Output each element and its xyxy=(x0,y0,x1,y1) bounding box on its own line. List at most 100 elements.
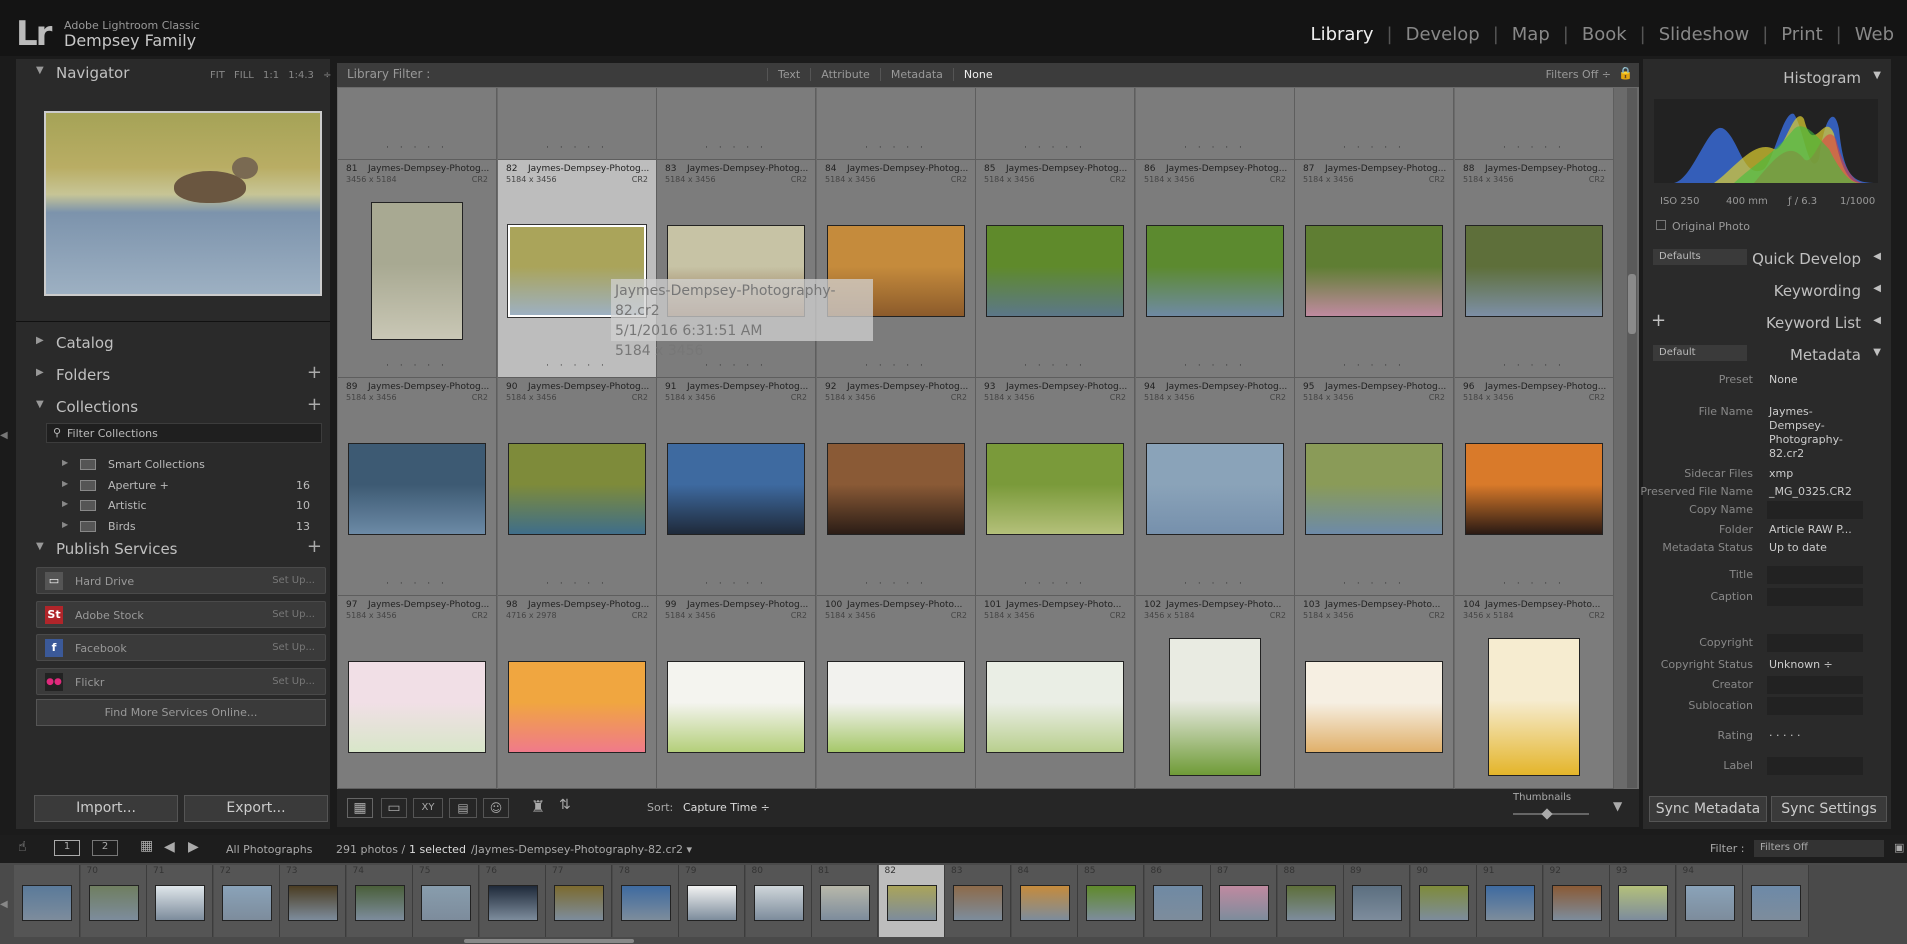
metadata-input[interactable] xyxy=(1767,697,1863,715)
second-window-button[interactable]: 2 xyxy=(92,840,118,856)
filter-tab-metadata[interactable]: Metadata xyxy=(880,68,953,81)
module-slideshow[interactable]: Slideshow xyxy=(1646,24,1762,45)
metadata-preset-select[interactable]: Default xyxy=(1653,345,1747,361)
survey-view-icon[interactable]: ▤ xyxy=(449,798,477,818)
rating-stars[interactable]: · · · · · xyxy=(338,579,496,589)
photo-thumbnail[interactable] xyxy=(1465,443,1603,535)
grid-cell[interactable]: 86Jaymes-Dempsey-Photog...5184 x 3456CR2… xyxy=(1136,160,1295,378)
rating-stars[interactable]: · · · · · xyxy=(976,143,1134,153)
filmstrip-thumbnail[interactable] xyxy=(820,885,870,921)
photo-thumbnail[interactable] xyxy=(1465,225,1603,317)
sort-select[interactable]: Capture Time ÷ xyxy=(683,801,770,814)
grid-cell[interactable]: 96Jaymes-Dempsey-Photog...5184 x 3456CR2… xyxy=(1455,378,1614,596)
rating-stars[interactable]: · · · · · xyxy=(657,143,815,153)
module-print[interactable]: Print xyxy=(1768,24,1835,45)
filmstrip-thumbnail[interactable] xyxy=(1286,885,1336,921)
rating-stars[interactable]: · · · · · xyxy=(657,361,815,371)
rating-stars[interactable]: · · · · · xyxy=(1455,579,1613,589)
checkbox[interactable] xyxy=(1656,220,1666,230)
catalog-header[interactable]: ▶Catalog xyxy=(16,329,330,356)
sync-settings-button[interactable]: Sync Settings xyxy=(1771,796,1887,822)
grid-icon[interactable]: ▦ xyxy=(140,838,153,854)
metadata-value[interactable]: Up to date xyxy=(1769,541,1827,554)
filmstrip-cell[interactable]: 75 xyxy=(413,865,479,937)
grid-cell[interactable]: 101Jaymes-Dempsey-Photo...5184 x 3456CR2 xyxy=(976,596,1135,789)
add-collection-icon[interactable]: + xyxy=(307,394,322,415)
grid-cell[interactable]: · · · · · xyxy=(498,88,657,160)
filter-collections-field[interactable]: ⚲ Filter Collections xyxy=(46,423,322,443)
toolbar-menu-chevron-icon[interactable]: ▼ xyxy=(1613,799,1622,813)
filmstrip-thumbnail[interactable] xyxy=(355,885,405,921)
navigator-zoom-options[interactable]: FIT FILL 1:1 1:4.3 ÷ xyxy=(210,70,331,81)
rating-stars[interactable]: · · · · · xyxy=(657,579,815,589)
add-keyword-icon[interactable]: + xyxy=(1651,310,1666,331)
publish-service-facebook[interactable]: fFacebookSet Up... xyxy=(36,634,326,661)
grid-cell[interactable]: 103Jaymes-Dempsey-Photo...5184 x 3456CR2 xyxy=(1295,596,1454,789)
expand-triangle-icon[interactable]: ▶ xyxy=(62,458,68,467)
grid-cell[interactable]: · · · · · xyxy=(657,88,816,160)
filmstrip-cell[interactable]: 72 xyxy=(214,865,280,937)
add-folder-icon[interactable]: + xyxy=(307,362,322,383)
photo-thumbnail[interactable] xyxy=(667,443,805,535)
secondary-display-icon[interactable]: ☝ xyxy=(18,839,27,855)
back-icon[interactable]: ◀ xyxy=(164,839,175,855)
people-view-icon[interactable]: ☺ xyxy=(483,798,509,818)
rating-stars[interactable]: · · · · · xyxy=(1136,579,1294,589)
filmstrip-thumbnail[interactable] xyxy=(953,885,1003,921)
original-photo-toggle[interactable]: Original Photo xyxy=(1656,220,1750,233)
photo-thumbnail[interactable] xyxy=(348,443,486,535)
module-develop[interactable]: Develop xyxy=(1393,24,1493,45)
filmstrip-thumbnail[interactable] xyxy=(887,885,937,921)
filmstrip-thumbnail[interactable] xyxy=(1485,885,1535,921)
grid-cell[interactable]: 100Jaymes-Dempsey-Photo...5184 x 3456CR2 xyxy=(817,596,976,789)
rating-stars[interactable]: · · · · · xyxy=(498,143,656,153)
metadata-input[interactable] xyxy=(1767,501,1863,519)
filmstrip-filter-select[interactable]: Filters Off xyxy=(1754,840,1884,857)
photo-thumbnail[interactable] xyxy=(986,443,1124,535)
filter-tab-text[interactable]: Text xyxy=(767,68,810,81)
metadata-input[interactable] xyxy=(1767,634,1863,652)
grid-scrollbar[interactable] xyxy=(1627,88,1637,788)
rating-stars[interactable]: · · · · · xyxy=(498,579,656,589)
filters-off-select[interactable]: Filters Off ÷ xyxy=(1546,68,1611,81)
filmstrip-cell[interactable]: 79 xyxy=(679,865,745,937)
grid-cell[interactable]: 99Jaymes-Dempsey-Photog...5184 x 3456CR2 xyxy=(657,596,816,789)
filmstrip-cell[interactable]: 89 xyxy=(1344,865,1410,937)
rating-stars[interactable]: · · · · · xyxy=(817,579,975,589)
publish-services-header[interactable]: ▼Publish Services+ xyxy=(16,535,330,562)
filmstrip-thumbnail[interactable] xyxy=(421,885,471,921)
filter-tab-none[interactable]: None xyxy=(953,68,1003,81)
filmstrip-cell[interactable]: 74 xyxy=(347,865,413,937)
filmstrip-cell[interactable]: 85 xyxy=(1078,865,1144,937)
import-button[interactable]: Import... xyxy=(34,795,178,822)
grid-cell[interactable]: 93Jaymes-Dempsey-Photog...5184 x 3456CR2… xyxy=(976,378,1135,596)
quick-develop-header[interactable]: Defaults Quick Develop◀ xyxy=(1643,245,1891,272)
filmstrip-thumbnail[interactable] xyxy=(554,885,604,921)
photo-thumbnail[interactable] xyxy=(348,661,486,753)
metadata-input[interactable] xyxy=(1767,676,1863,694)
thumbnail-size-slider[interactable] xyxy=(1513,813,1589,815)
publish-service-adobe-stock[interactable]: StAdobe StockSet Up... xyxy=(36,601,326,628)
filmstrip-thumbnail[interactable] xyxy=(754,885,804,921)
filmstrip-cell[interactable]: 92 xyxy=(1544,865,1610,937)
quick-develop-preset-select[interactable]: Defaults xyxy=(1653,249,1747,265)
filmstrip-thumbnail[interactable] xyxy=(22,885,72,921)
photo-thumbnail[interactable] xyxy=(371,202,463,340)
filmstrip-thumbnail[interactable] xyxy=(621,885,671,921)
rating-stars[interactable]: · · · · · xyxy=(1295,143,1453,153)
filmstrip-cell[interactable]: 78 xyxy=(613,865,679,937)
metadata-value[interactable]: Jaymes-Dempsey-Photography-82.cr2 xyxy=(1769,405,1859,461)
photo-thumbnail[interactable] xyxy=(1146,443,1284,535)
navigator-preview[interactable] xyxy=(44,111,322,296)
photo-thumbnail[interactable] xyxy=(1305,443,1443,535)
photo-thumbnail[interactable] xyxy=(1305,225,1443,317)
filter-switch-icon[interactable]: ▣ xyxy=(1894,841,1904,854)
grid-cell[interactable]: 95Jaymes-Dempsey-Photog...5184 x 3456CR2… xyxy=(1295,378,1454,596)
metadata-value[interactable]: None xyxy=(1769,373,1798,386)
filmstrip-thumbnail[interactable] xyxy=(1751,885,1801,921)
filmstrip-cell[interactable]: 91 xyxy=(1477,865,1543,937)
metadata-header[interactable]: Default Metadata▼ xyxy=(1643,341,1891,368)
main-window-button[interactable]: 1 xyxy=(54,840,80,856)
filter-tab-attribute[interactable]: Attribute xyxy=(810,68,880,81)
filmstrip-thumbnail[interactable] xyxy=(1685,885,1735,921)
